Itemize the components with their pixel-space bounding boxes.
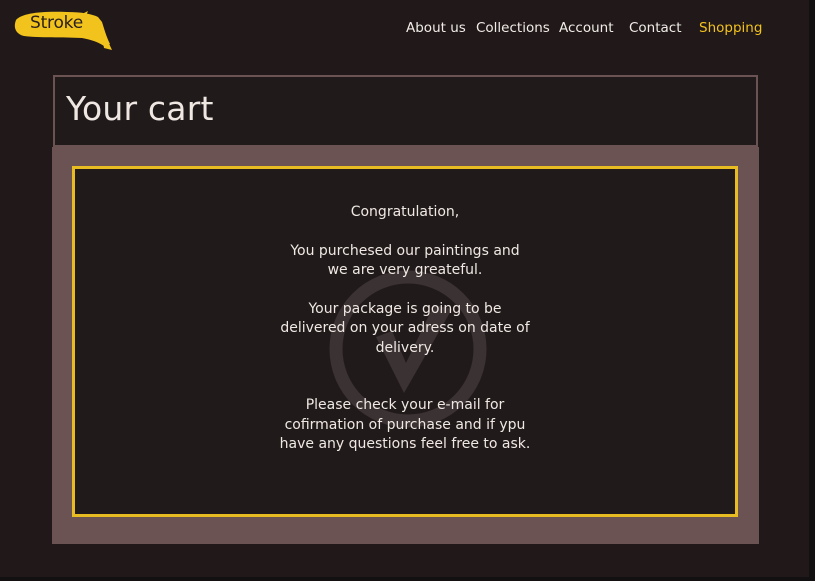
delivery-line-1: Your package is going to be [308,300,502,317]
thanks-line-2: we are very greateful. [327,262,483,278]
cart-page: Stroke About us Collections Account Cont… [0,0,815,581]
delivery-line-2: delivered on your adress on date of [280,320,530,336]
thanks-line-1: You purchesed our paintings and [290,242,520,259]
nav-about-us[interactable]: About us [406,20,466,36]
logo[interactable]: Stroke [12,8,114,56]
page-title: Your cart [66,89,214,128]
email-line-3: have any questions feel free to ask. [279,436,531,452]
greeting-text: Congratulation, [350,204,460,220]
nav-account[interactable]: Account [559,20,614,36]
nav-collections[interactable]: Collections [476,20,550,36]
logo-text: Stroke [30,13,83,33]
confirmation-box: Congratulation, You purchesed our painti… [72,166,738,517]
nav-contact[interactable]: Contact [629,20,682,36]
email-line-2: cofirmation of purchase and if ypu [284,416,526,433]
cart-title-box: Your cart [53,75,758,147]
right-edge [809,0,815,581]
cart-panel: Congratulation, You purchesed our painti… [52,147,759,544]
confirmation-message: Congratulation, You purchesed our painti… [225,203,585,455]
bottom-edge [0,577,815,581]
delivery-line-3: delivery. [375,339,435,356]
email-line-1: Please check your e-mail for [305,397,505,413]
nav-shopping[interactable]: Shopping [699,20,762,36]
